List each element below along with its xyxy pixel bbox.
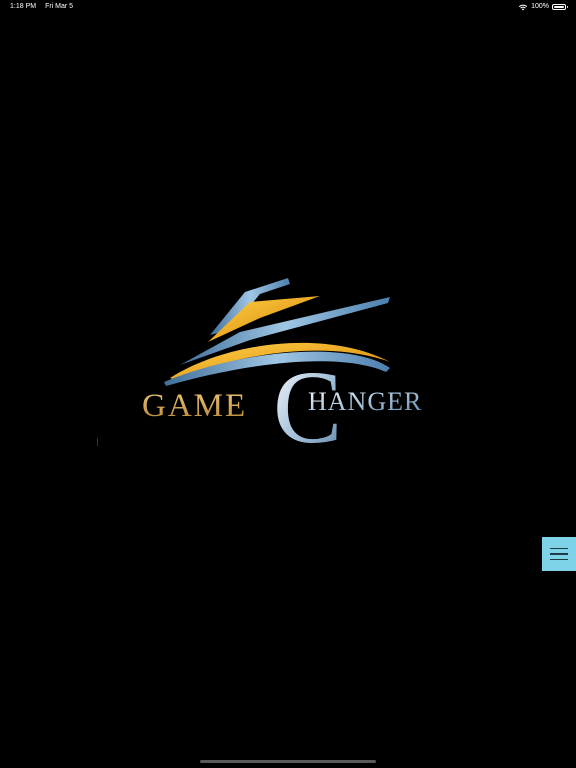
status-left: 1:18 PM Fri Mar 5 [10,0,73,14]
status-time: 1:18 PM [10,3,37,10]
battery-percent: 100% [531,3,549,10]
stray-mark [97,438,98,446]
status-bar: 1:18 PM Fri Mar 5 100% [0,0,576,14]
hamburger-menu-icon [550,547,568,550]
menu-button[interactable] [542,537,576,571]
game-changer-logo: GAME C HANGER [140,270,452,450]
wifi-icon [518,4,528,11]
hamburger-menu-icon-line-2 [550,553,568,555]
hamburger-menu-icon-line-3 [550,558,568,561]
status-date: Fri Mar 5 [45,3,74,10]
battery-fill [554,6,564,8]
home-indicator[interactable] [200,760,376,763]
logo-word-hanger: HANGER [308,387,422,416]
status-right: 100% [518,0,568,14]
battery-icon [552,4,568,10]
logo-word-game: GAME [142,388,247,424]
